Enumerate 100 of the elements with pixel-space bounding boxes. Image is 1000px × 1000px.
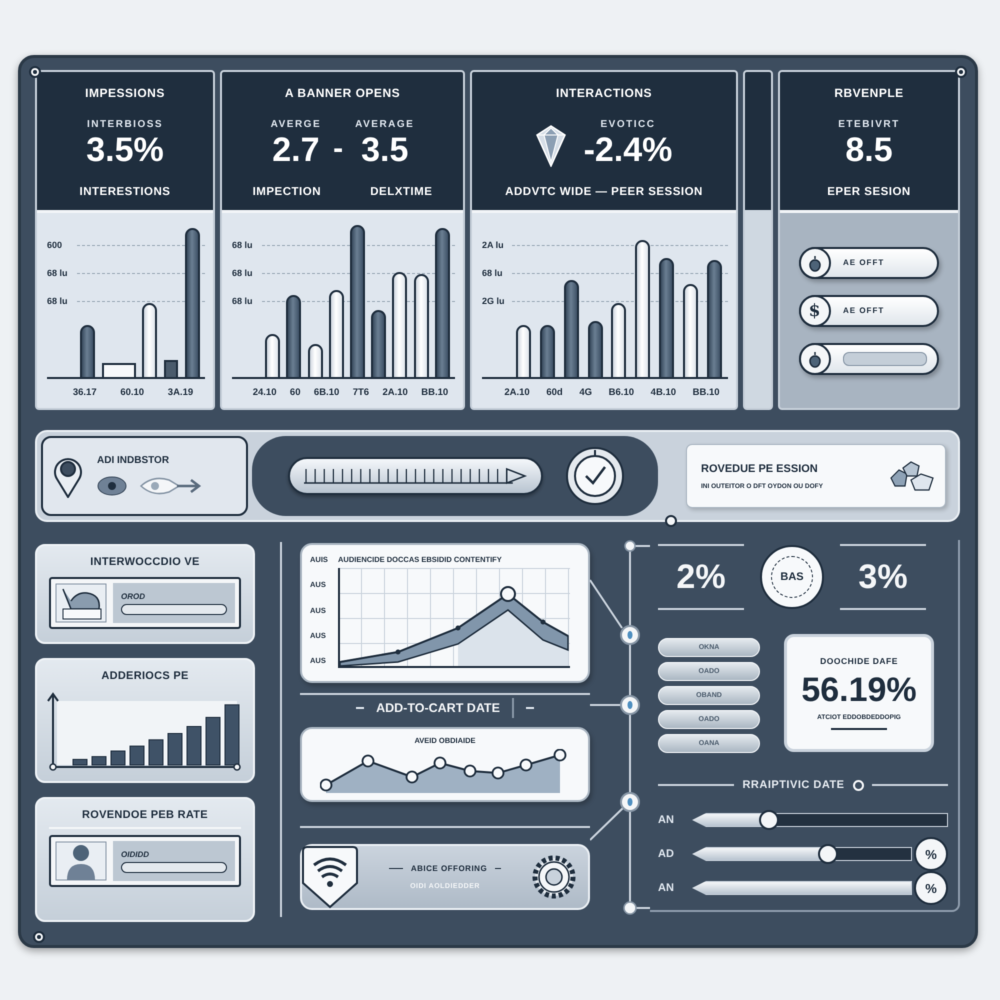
eye-icon [97,476,127,496]
slider-handle[interactable] [758,810,779,830]
stat-value: 3% [840,544,926,610]
axis-label: 6B.10 [314,387,340,398]
panel-label: ADI INDBSTOR [97,454,170,466]
screw-icon [33,931,45,943]
check-circle-icon [565,446,625,506]
axis-label: BB.10 [692,387,720,398]
rate-value: 56.19% [801,673,917,707]
data-point [540,620,546,624]
drop-icon [799,342,831,374]
card-title: ADDERIOCS PE [101,670,189,682]
metric-subtitle: ETEBIVRT [838,119,900,130]
axis-label: 3A.19 [168,387,194,398]
axis-label: 68 lu [47,296,69,306]
diamond-icon [536,125,566,167]
metric-caption: IMPECTION [252,186,321,198]
axis-label: 68 lu [482,268,504,278]
data-point [492,766,504,780]
card-title: RBVENPLE [834,86,904,100]
metric-value: -2.4% [584,133,672,167]
data-point [500,586,516,602]
axis-label: 68 lu [232,268,254,278]
data-point [456,626,460,630]
metric-subtitle: INTERBIOSS [86,119,164,130]
metric-value: 8.5 [845,133,893,167]
axis-label: 68 lu [47,268,69,278]
rate-title: DOOCHIDE DAFE [820,656,898,666]
axis-label: 600 [47,240,64,250]
ruler-icon [304,467,527,485]
gear-icon [530,853,578,901]
card-title: INTERACTIONS [556,86,652,100]
slider-label: AN [658,882,675,894]
person-icon [55,841,107,881]
bar [186,726,202,766]
axis-label: 4G [579,387,592,398]
axis-label: BB.10 [421,387,448,398]
metric-caption: EPER SESION [827,186,911,198]
axis-label: 60d [546,387,563,398]
data-point [554,749,566,762]
metric-caption: DELXTIME [370,186,432,198]
slider-label: AN [658,814,675,826]
bar [168,733,182,766]
stat-value: 2% [658,544,744,610]
bar [206,716,220,766]
metric-caption: INTERESTIONS [80,186,170,198]
axis-label: 24.10 [252,387,276,398]
axis-label: B6.10 [608,387,634,398]
metric-subtitle: EVOTICC [600,119,656,130]
section-label: RRAIPTIVIC DATE [742,779,845,791]
axis-label: 36.17 [72,387,97,398]
bar [92,756,106,766]
metric-caption: ADDVTC WIDE — PEER SESSION [505,186,703,198]
axis-label: 2A.10 [382,387,408,398]
metric-value: 3.5% [86,133,164,167]
toggle-button[interactable]: $ AE OFFT [799,294,939,326]
card-title: IMPESSIONS [85,86,165,100]
axis-label: 2A lu [482,240,505,250]
bar [72,758,88,766]
slider-track[interactable] [692,847,912,861]
toggle-button[interactable]: AE OFFT [799,246,939,278]
percent-badge: % [914,837,948,871]
axis-label: 60 [290,387,300,398]
input-field[interactable]: OROD [113,583,235,623]
card-title: ROVENDOE PEB RATE [82,809,208,821]
card-title: INTERWOCCDIO VE [90,556,200,568]
metric-value: 3.5 [361,133,408,167]
percent-badge: % [914,871,948,905]
data-point [434,756,446,770]
bar [224,704,240,766]
bar [148,739,164,766]
axis-label: 7T6 [352,387,370,398]
data-point [396,650,400,654]
data-point [406,770,418,784]
data-point [520,758,532,772]
slider-label: AD [658,848,675,860]
axis-label: 68 lu [232,240,254,250]
axis-label: 2G lu [482,296,506,306]
data-point [320,778,332,792]
slider-handle[interactable] [818,844,838,864]
wifi-icon [300,845,360,909]
info-title: ROVEDUE PE ESSION [701,462,819,474]
metric-value: 2.7 [272,133,320,167]
toggle-button[interactable] [799,342,939,374]
ring-icon [852,780,864,790]
data-point [362,754,374,768]
axis-label: 2A.10 [504,387,530,398]
dollar-sign: $ [799,294,831,326]
bar [130,746,144,766]
card-title: A BANNER OPENS [284,86,400,100]
axis-label: 4B.10 [650,387,676,398]
metric-subtitle: AVERGE [270,119,322,130]
axis-label: 60.10 [120,387,144,398]
slider-track[interactable] [692,813,948,827]
input-field[interactable]: OIDIDD [113,841,235,881]
dash-separator: - [333,134,344,164]
axis-label: 68 lu [232,296,254,306]
metric-subtitle: AVERAGE [355,119,414,130]
round-badge: BAS [760,545,824,609]
drop-icon [799,246,831,278]
